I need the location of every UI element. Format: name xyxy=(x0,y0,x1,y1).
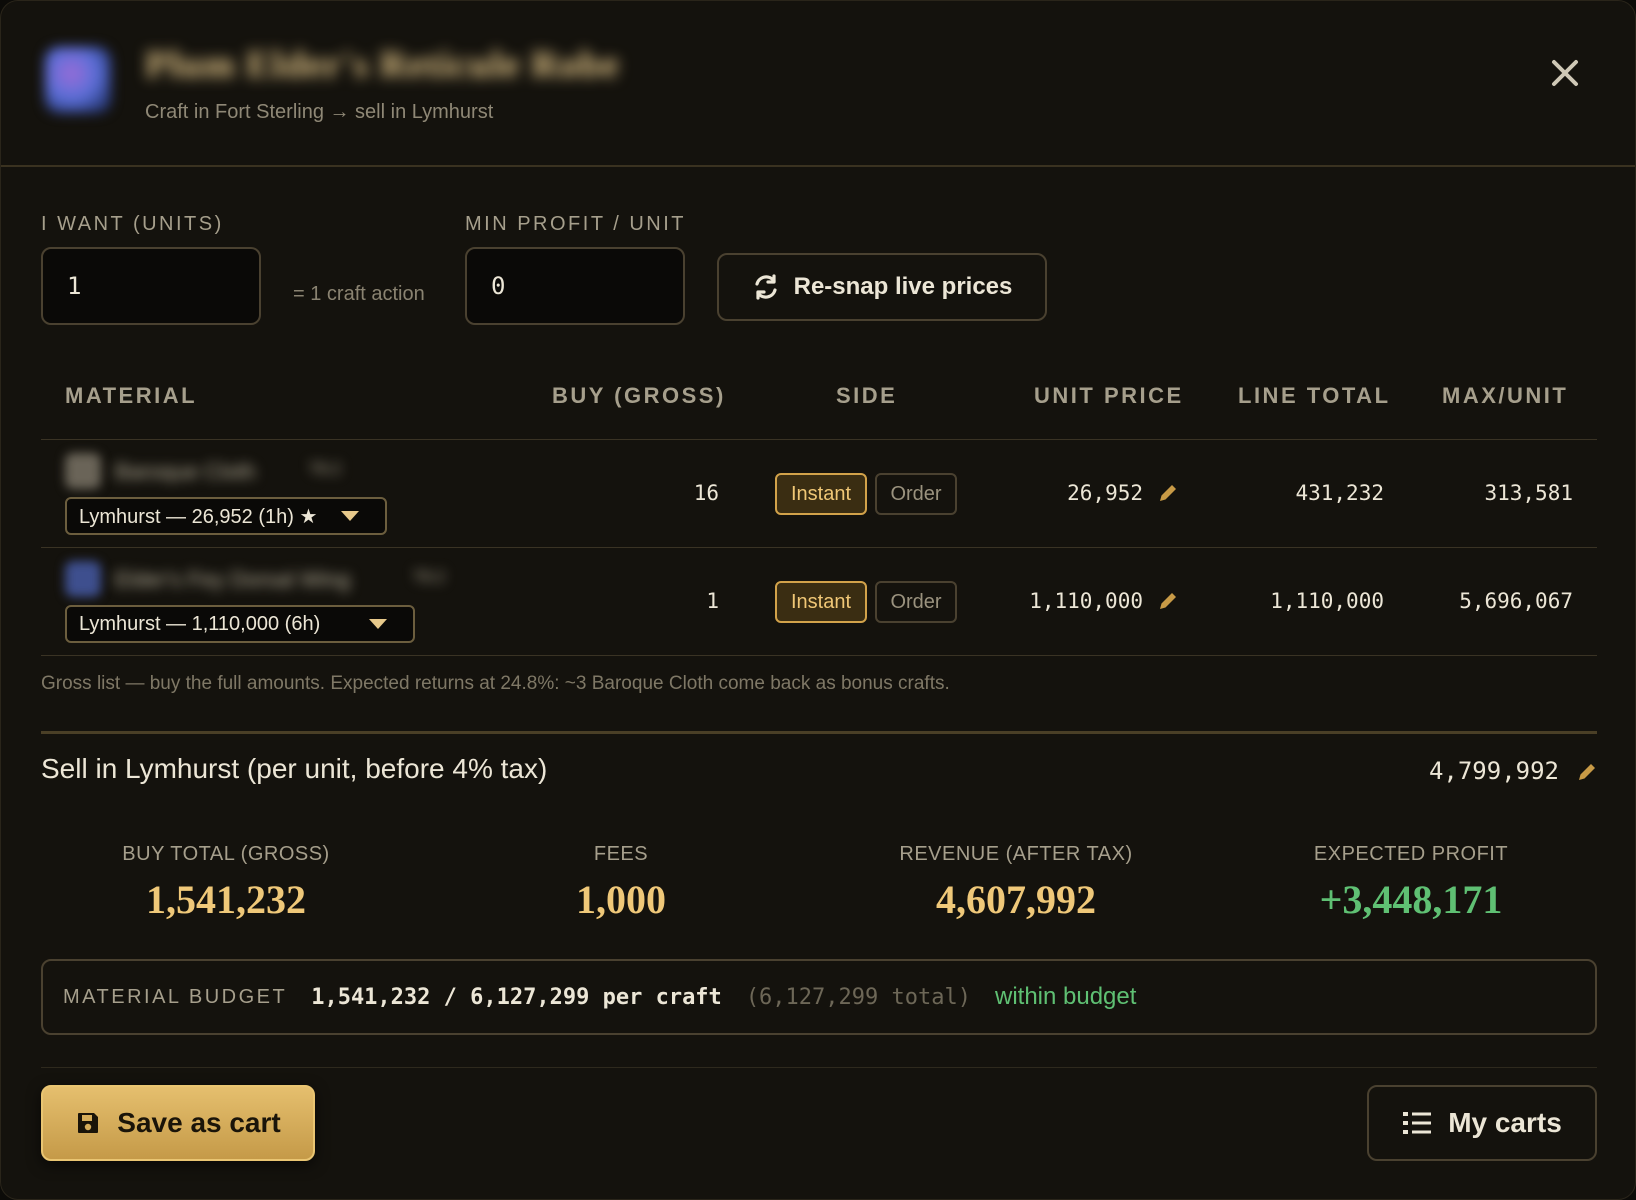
stat-label: EXPECTED PROFIT xyxy=(1313,843,1509,865)
units-label: I WANT (UNITS) xyxy=(41,213,224,235)
units-input[interactable] xyxy=(41,247,261,325)
col-line-total: LINE TOTAL xyxy=(1238,383,1391,408)
col-buy: BUY (GROSS) xyxy=(552,383,726,408)
resnap-prices-button[interactable]: Re-snap live prices xyxy=(717,253,1047,321)
max-per-unit: 5,696,067 xyxy=(1459,589,1573,613)
buy-quantity: 16 xyxy=(693,481,719,505)
unit-price: 1,110,000 xyxy=(1029,589,1143,613)
side-instant-button[interactable]: Instant xyxy=(775,473,867,515)
budget-status: within budget xyxy=(994,983,1137,1010)
stat-expected-profit: EXPECTED PROFIT +3,448,171 xyxy=(1261,843,1561,923)
material-name: Baroque Cloth xyxy=(115,459,256,484)
close-icon xyxy=(1552,60,1578,86)
col-max-unit: MAX/UNIT xyxy=(1442,383,1569,408)
chevron-down-icon xyxy=(341,511,359,521)
sell-label: Sell in Lymhurst (per unit, before 4% ta… xyxy=(41,753,548,784)
min-profit-input[interactable] xyxy=(465,247,685,325)
save-icon xyxy=(78,1113,99,1133)
side-order-button[interactable]: Order xyxy=(875,473,957,515)
budget-label: MATERIAL BUDGET xyxy=(63,985,288,1008)
stat-revenue: REVENUE (AFTER TAX) 4,607,992 xyxy=(866,843,1166,923)
gross-list-note: Gross list — buy the full amounts. Expec… xyxy=(41,673,950,694)
side-instant-button[interactable]: Instant xyxy=(775,581,867,623)
unit-price: 26,952 xyxy=(1067,481,1143,505)
col-side: SIDE xyxy=(836,383,898,408)
stat-buy-total: BUY TOTAL (GROSS) 1,541,232 xyxy=(76,843,376,923)
stat-value: 1,000 xyxy=(576,877,666,922)
material-name: Elder's Fey Dorsal Wing xyxy=(115,567,351,592)
pencil-icon[interactable] xyxy=(1157,590,1179,612)
side-order-button[interactable]: Order xyxy=(875,581,957,623)
stat-value: 4,607,992 xyxy=(936,877,1096,922)
list-icon xyxy=(1403,1112,1432,1134)
material-icon xyxy=(65,561,101,597)
modal-header: Plum Elder's Reticule Robe Craft in Fort… xyxy=(1,1,1635,167)
col-material: MATERIAL xyxy=(65,383,198,408)
min-profit-label: MIN PROFIT / UNIT xyxy=(465,213,687,235)
material-tier: T8.2 xyxy=(413,569,446,586)
route-subtitle: Craft in Fort Sterling → sell in Lymhurs… xyxy=(145,101,494,123)
source-select-value: Lymhurst — 1,110,000 (6h) xyxy=(79,612,321,635)
row-divider xyxy=(41,655,1597,656)
close-button[interactable] xyxy=(1545,53,1585,93)
stat-value: 1,541,232 xyxy=(146,877,306,922)
source-select[interactable]: Lymhurst — 26,952 (1h) ★ xyxy=(65,497,387,535)
buy-quantity: 1 xyxy=(706,589,719,613)
stat-label: BUY TOTAL (GROSS) xyxy=(122,843,330,865)
col-unit-price: UNIT PRICE xyxy=(1034,383,1184,408)
max-per-unit: 313,581 xyxy=(1484,481,1573,505)
section-divider xyxy=(41,731,1597,734)
stat-label: FEES xyxy=(593,843,649,865)
refresh-icon xyxy=(755,274,777,300)
stat-label: REVENUE (AFTER TAX) xyxy=(899,843,1133,865)
my-carts-button[interactable]: My carts xyxy=(1367,1085,1597,1161)
material-tier: T8.2 xyxy=(309,461,342,478)
my-carts-label: My carts xyxy=(1448,1107,1562,1138)
line-total: 1,110,000 xyxy=(1270,589,1384,613)
item-icon xyxy=(45,47,111,113)
stat-fees: FEES 1,000 xyxy=(471,843,771,923)
budget-per-craft: 1,541,232 / 6,127,299 per craft xyxy=(311,984,722,1010)
pencil-icon[interactable] xyxy=(1576,761,1598,783)
footer-divider xyxy=(41,1067,1597,1068)
sell-price-value: 4,799,992 xyxy=(1428,757,1559,785)
chevron-down-icon xyxy=(369,619,387,629)
source-select[interactable]: Lymhurst — 1,110,000 (6h) xyxy=(65,605,415,643)
stat-value: +3,448,171 xyxy=(1319,877,1503,922)
line-total: 431,232 xyxy=(1295,481,1384,505)
material-icon xyxy=(65,453,101,489)
save-label: Save as cart xyxy=(117,1107,281,1138)
craft-modal: Plum Elder's Reticule Robe Craft in Fort… xyxy=(0,0,1636,1200)
resnap-label: Re-snap live prices xyxy=(793,273,1013,300)
pencil-icon[interactable] xyxy=(1157,482,1179,504)
item-title: Plum Elder's Reticule Robe xyxy=(145,44,620,86)
material-budget-panel: MATERIAL BUDGET 1,541,232 / 6,127,299 pe… xyxy=(41,959,1597,1035)
budget-total: (6,127,299 total) xyxy=(745,984,971,1010)
table-header-divider xyxy=(41,439,1597,440)
source-select-value: Lymhurst — 26,952 (1h) ★ xyxy=(79,505,318,528)
save-as-cart-button[interactable]: Save as cart xyxy=(41,1085,315,1161)
craft-action-note: = 1 craft action xyxy=(293,283,425,305)
row-divider xyxy=(41,547,1597,548)
